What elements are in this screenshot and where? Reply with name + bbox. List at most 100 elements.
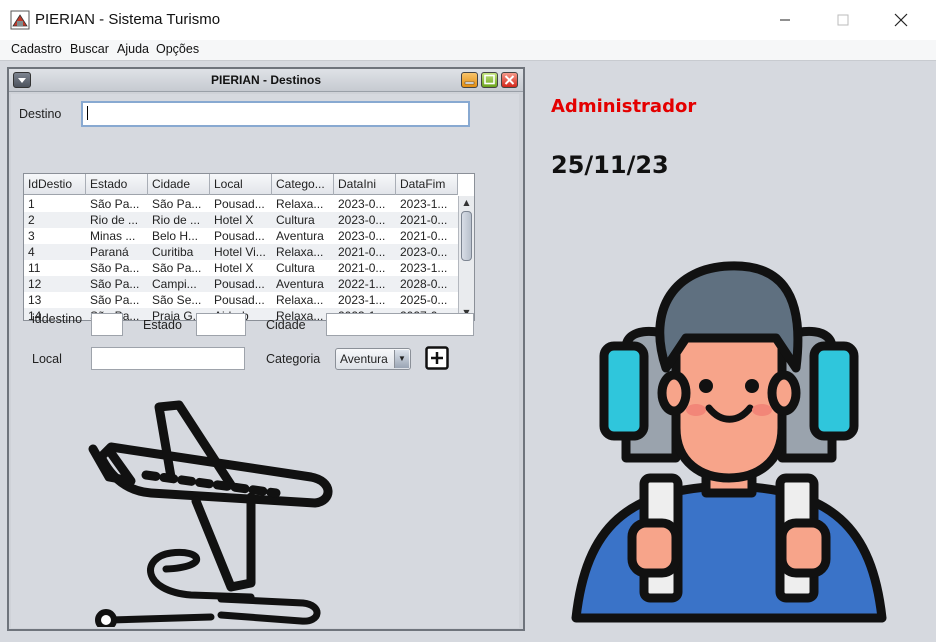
table-body: 1 São Pa... São Pa... Pousad... Relaxa... 202… — [24, 196, 458, 320]
destinos-table[interactable]: IdDestio Estado Cidade Local Catego... D… — [23, 173, 475, 321]
table-cell: Paraná — [90, 245, 129, 259]
table-cell: 11 — [28, 261, 41, 275]
table-cell: 2023-0... — [338, 197, 386, 211]
frame-titlebar[interactable]: PIERIAN - Destinos — [9, 69, 523, 92]
table-header: IdDestio Estado Cidade Local Catego... D… — [24, 174, 458, 195]
iddestino-field[interactable] — [91, 313, 123, 336]
chevron-down-icon[interactable]: ▼ — [394, 350, 409, 368]
user-role-label: Administrador — [551, 96, 697, 117]
frame-minimize-icon[interactable] — [461, 72, 478, 88]
table-cell: Hotel X — [214, 261, 254, 275]
table-cell: 2023-0... — [400, 245, 448, 259]
table-cell: Rio de ... — [90, 213, 139, 227]
plus-icon[interactable] — [425, 346, 449, 370]
frame-title: PIERIAN - Destinos — [210, 73, 321, 87]
table-row[interactable]: 12 São Pa... Campi... Pousad... Aventura 2022… — [24, 276, 458, 292]
table-cell: 4 — [28, 245, 35, 259]
table-cell: Pousad... — [214, 229, 265, 243]
table-cell: 2021-0... — [400, 213, 448, 227]
table-cell: 2023-0... — [338, 213, 386, 227]
scroll-thumb[interactable] — [461, 211, 472, 261]
column-header[interactable]: Cidade — [148, 174, 210, 195]
cidade-field[interactable] — [326, 313, 474, 336]
table-cell: 2022-1... — [338, 277, 386, 291]
menu-ajuda[interactable]: Ajuda — [117, 42, 149, 56]
destinos-frame: PIERIAN - Destinos Destino IdDestio Esta… — [7, 67, 525, 631]
table-cell: Aventura — [276, 277, 324, 291]
table-row[interactable]: 2 Rio de ... Rio de ... Hotel X Cultura 2023-… — [24, 212, 458, 228]
table-cell: 2 — [28, 213, 35, 227]
categoria-select[interactable]: Aventura ▼ — [335, 348, 411, 370]
table-cell: São Pa... — [90, 197, 140, 211]
destino-search-input[interactable] — [81, 101, 470, 127]
table-cell: 3 — [28, 229, 35, 243]
frame-close-icon[interactable] — [501, 72, 518, 88]
table-cell: Hotel Vi... — [214, 245, 266, 259]
local-field[interactable] — [91, 347, 245, 370]
frame-maximize-icon[interactable] — [481, 72, 498, 88]
table-cell: Cultura — [276, 261, 315, 275]
table-row[interactable]: 1 São Pa... São Pa... Pousad... Relaxa... 202… — [24, 196, 458, 212]
table-cell: 2021-0... — [338, 245, 386, 259]
table-row[interactable]: 11 São Pa... São Pa... Hotel X Cultura 2021-0… — [24, 260, 458, 276]
table-cell: 2028-0... — [400, 277, 448, 291]
maximize-icon[interactable] — [820, 6, 866, 34]
column-header[interactable]: IdDestio — [24, 174, 86, 195]
menu-cadastro[interactable]: Cadastro — [11, 42, 62, 56]
table-cell: Relaxa... — [276, 245, 324, 259]
column-header[interactable]: Catego... — [272, 174, 334, 195]
table-cell: 2023-1... — [400, 197, 448, 211]
categoria-selected: Aventura — [340, 352, 388, 366]
table-row[interactable]: 13 São Pa... São Se... Pousad... Relaxa... 20… — [24, 292, 458, 308]
table-cell: São Pa... — [152, 261, 202, 275]
window-titlebar: PIERIAN - Sistema Turismo — [0, 0, 936, 40]
table-cell: Hotel X — [214, 213, 254, 227]
table-cell: Relaxa... — [276, 293, 324, 307]
table-cell: Pousad... — [214, 293, 265, 307]
table-row[interactable]: 3 Minas ... Belo H... Pousad... Aventura 2023… — [24, 228, 458, 244]
current-date-label: 25/11/23 — [551, 151, 669, 179]
column-header[interactable]: DataFim — [396, 174, 458, 195]
minimize-icon[interactable] — [762, 6, 808, 34]
airplane-icon — [88, 400, 333, 627]
table-cell: 2025-0... — [400, 293, 448, 307]
menu-buscar[interactable]: Buscar — [70, 42, 109, 56]
menu-opcoes[interactable]: Opções — [156, 42, 199, 56]
table-cell: Rio de ... — [152, 213, 201, 227]
table-cell: 13 — [28, 293, 42, 307]
estado-label: Estado — [143, 318, 182, 332]
close-icon[interactable] — [878, 6, 924, 34]
cidade-label: Cidade — [266, 318, 306, 332]
table-cell: 2023-1... — [400, 261, 448, 275]
table-cell: São Pa... — [90, 293, 140, 307]
table-cell: 2023-0... — [338, 229, 386, 243]
table-cell: Minas ... — [90, 229, 136, 243]
column-header[interactable]: DataIni — [334, 174, 396, 195]
table-cell: Pousad... — [214, 197, 265, 211]
iddestino-label: iddestino — [32, 312, 83, 326]
table-cell: São Pa... — [90, 261, 140, 275]
table-cell: Cultura — [276, 213, 315, 227]
column-header[interactable]: Local — [210, 174, 272, 195]
table-cell: Belo H... — [152, 229, 199, 243]
table-cell: 1 — [28, 197, 35, 211]
table-cell: 2023-1... — [338, 293, 386, 307]
table-cell: 12 — [28, 277, 42, 291]
table-scrollbar[interactable]: ▲ ▼ — [458, 196, 474, 320]
scroll-up-icon[interactable]: ▲ — [461, 197, 472, 208]
categoria-label: Categoria — [266, 352, 321, 366]
text-caret — [87, 106, 88, 120]
column-header[interactable]: Estado — [86, 174, 148, 195]
backpacker-icon — [571, 261, 887, 623]
local-label: Local — [32, 352, 62, 366]
window-title: PIERIAN - Sistema Turismo — [35, 11, 221, 28]
table-cell: São Pa... — [152, 197, 202, 211]
table-cell: São Se... — [152, 293, 202, 307]
table-row[interactable]: 4 Paraná Curitiba Hotel Vi... Relaxa... 2021-… — [24, 244, 458, 260]
table-cell: Relaxa... — [276, 197, 324, 211]
estado-field[interactable] — [196, 313, 246, 336]
table-cell: 2021-0... — [338, 261, 386, 275]
table-cell: Pousad... — [214, 277, 265, 291]
table-cell: Aventura — [276, 229, 324, 243]
table-cell: 2021-0... — [400, 229, 448, 243]
